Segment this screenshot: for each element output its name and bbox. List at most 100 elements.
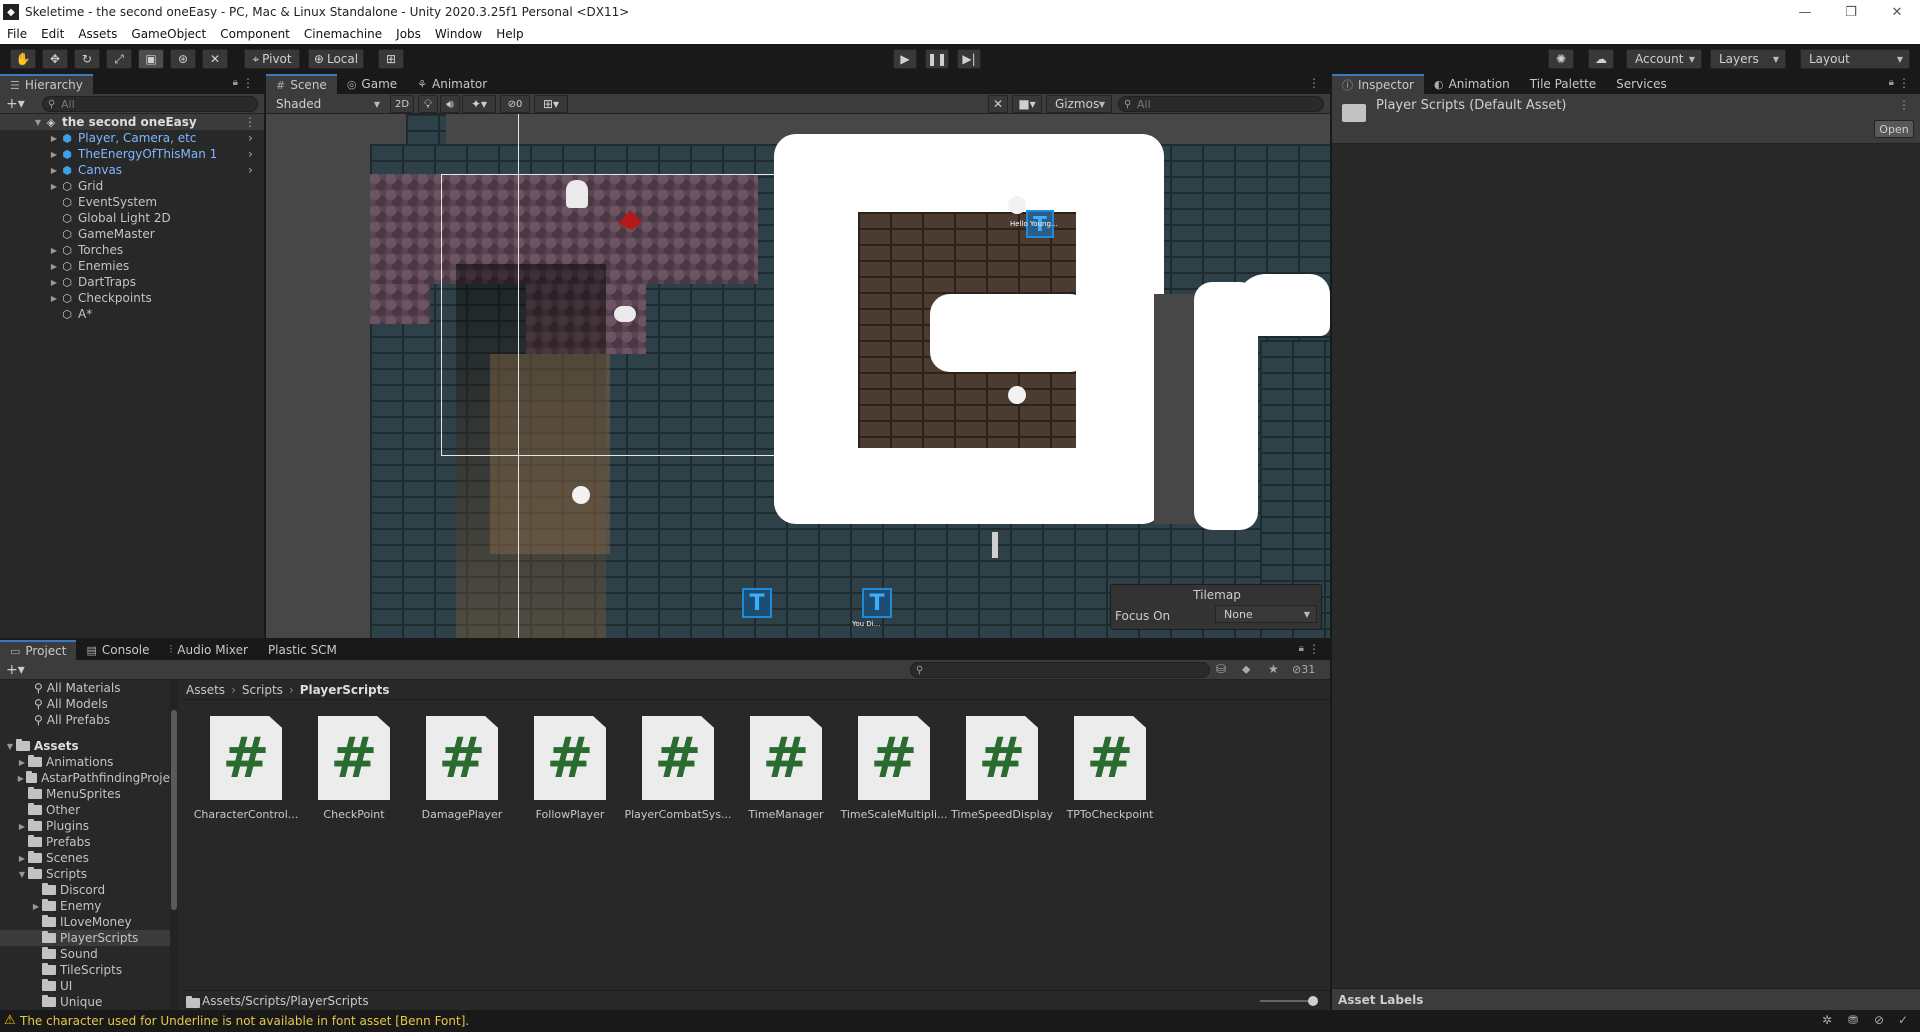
tab-project[interactable]: ▭ Project bbox=[0, 640, 77, 660]
breadcrumb-scripts[interactable]: Scripts bbox=[242, 683, 283, 697]
menu-cinemachine[interactable]: Cinemachine bbox=[304, 27, 382, 41]
tab-animator[interactable]: ⚘ Animator bbox=[407, 74, 498, 94]
folder-item[interactable]: ▶ Plugins bbox=[0, 818, 170, 834]
expand-arrow-icon[interactable]: ▶ bbox=[48, 182, 60, 191]
assets-root[interactable]: ▼ Assets bbox=[0, 738, 79, 754]
folder-item[interactable]: UI bbox=[0, 978, 170, 994]
menu-file[interactable]: File bbox=[7, 27, 27, 41]
hierarchy-item[interactable]: ▶ ⬡ DartTraps bbox=[0, 274, 136, 290]
scene-root-row[interactable]: ▼ ◈ the second oneEasy ⋮ bbox=[0, 114, 264, 130]
player-sprite[interactable] bbox=[566, 180, 588, 208]
menu-jobs[interactable]: Jobs bbox=[396, 27, 421, 41]
menu-assets[interactable]: Assets bbox=[78, 27, 117, 41]
text-object-icon[interactable]: T bbox=[862, 588, 892, 618]
hierarchy-item[interactable]: ⬡ A* bbox=[0, 306, 92, 322]
expand-arrow-icon[interactable]: ▶ bbox=[48, 166, 60, 175]
scene-menu-icon[interactable]: ⋮ bbox=[244, 115, 256, 129]
asset-card[interactable]: # FollowPlayer bbox=[514, 716, 614, 836]
tab-animation[interactable]: ◐ Animation bbox=[1423, 74, 1520, 94]
scene-view[interactable]: T Hello Young... T T You Di... Tilemap F… bbox=[266, 114, 1330, 638]
local-button[interactable]: ⊕ Local bbox=[308, 49, 364, 69]
folder-item[interactable]: Prefabs bbox=[0, 834, 170, 850]
hierarchy-item[interactable]: ▶ ⬢ TheEnergyOfThisMan 1 › bbox=[0, 146, 253, 162]
folder-item[interactable]: TileScripts bbox=[0, 962, 170, 978]
menu-edit[interactable]: Edit bbox=[41, 27, 64, 41]
open-button[interactable]: Open bbox=[1874, 120, 1914, 138]
step-button[interactable]: ▶| bbox=[957, 49, 981, 69]
tab-hierarchy[interactable]: ☰ Hierarchy bbox=[0, 74, 93, 94]
favorite-item[interactable]: ⚲ All Materials bbox=[0, 680, 121, 696]
2d-toggle[interactable]: 2D bbox=[390, 95, 414, 113]
focus-on-dropdown[interactable]: None bbox=[1215, 605, 1317, 623]
minimize-button[interactable]: — bbox=[1782, 0, 1828, 24]
expand-arrow-icon[interactable]: ▶ bbox=[16, 822, 28, 831]
folder-item[interactable]: MenuSprites bbox=[0, 786, 170, 802]
filter-type-icon[interactable]: ⛁ bbox=[1216, 662, 1226, 676]
asset-card[interactable]: # CharacterControl... bbox=[190, 716, 298, 836]
expand-arrow-icon[interactable]: ▶ bbox=[30, 902, 42, 911]
favorite-item[interactable]: ⚲ All Prefabs bbox=[0, 712, 110, 728]
light-bulb-gizmo[interactable] bbox=[572, 486, 590, 504]
asset-card[interactable]: # TimeManager bbox=[730, 716, 830, 836]
menu-help[interactable]: Help bbox=[496, 27, 523, 41]
project-search-input[interactable] bbox=[910, 662, 1210, 678]
grid-snap-icon[interactable]: ⊞ bbox=[378, 49, 404, 69]
effects-icon[interactable]: ✦▾ bbox=[462, 95, 496, 113]
expand-arrow-icon[interactable]: ▶ bbox=[48, 294, 60, 303]
hidden-objects-toggle[interactable]: ⊘ 0 bbox=[500, 95, 530, 113]
hidden-packages-toggle[interactable]: ⊘31 bbox=[1292, 663, 1315, 676]
chevron-right-icon[interactable]: › bbox=[248, 163, 253, 177]
account-dropdown[interactable]: Account bbox=[1626, 49, 1702, 69]
folder-item[interactable]: ▶ AstarPathfindingProje bbox=[0, 770, 170, 786]
favorite-item[interactable]: ⚲ All Models bbox=[0, 696, 108, 712]
lighting-icon[interactable]: 💡︎ bbox=[418, 95, 438, 113]
breadcrumb-playerscripts[interactable]: PlayerScripts bbox=[300, 683, 390, 697]
expand-arrow-icon[interactable]: ▶ bbox=[16, 774, 26, 783]
hierarchy-item[interactable]: ▶ ⬡ Checkpoints bbox=[0, 290, 152, 306]
more-menu-icon[interactable]: ⋮ bbox=[1898, 76, 1910, 90]
collab-icon[interactable]: ✺ bbox=[1548, 49, 1574, 69]
folder-tree-scrollbar[interactable] bbox=[170, 680, 178, 1010]
cloud-icon[interactable]: ☁ bbox=[1588, 49, 1614, 69]
status-message[interactable]: The character used for Underline is not … bbox=[20, 1014, 469, 1028]
pause-button[interactable]: ❚❚ bbox=[925, 49, 949, 69]
folder-item[interactable]: Unique bbox=[0, 994, 170, 1010]
shading-mode-dropdown[interactable]: Shaded bbox=[268, 95, 386, 113]
hierarchy-item[interactable]: ⬡ EventSystem bbox=[0, 194, 157, 210]
hierarchy-item[interactable]: ▶ ⬢ Player, Camera, etc › bbox=[0, 130, 253, 146]
scrollbar-thumb[interactable] bbox=[171, 710, 177, 910]
chevron-right-icon[interactable]: › bbox=[248, 131, 253, 145]
scene-more-icon[interactable]: ⋮ bbox=[1308, 76, 1320, 90]
folder-item[interactable]: ▶ Scenes bbox=[0, 850, 170, 866]
header-menu-icon[interactable]: ⋮ bbox=[1898, 98, 1910, 112]
hand-tool-icon[interactable]: ✋ bbox=[10, 49, 36, 69]
grid-toggle-icon[interactable]: ⊞▾ bbox=[534, 95, 568, 113]
close-button[interactable]: ✕ bbox=[1874, 0, 1920, 24]
progress-icon[interactable]: ⊘ bbox=[1874, 1013, 1884, 1027]
expand-arrow-icon[interactable]: ▶ bbox=[48, 262, 60, 271]
lock-icon[interactable]: 🔒︎ bbox=[1889, 77, 1894, 88]
camera-icon[interactable]: ■▾ bbox=[1012, 95, 1042, 113]
hierarchy-item[interactable]: ▶ ⬡ Grid bbox=[0, 178, 103, 194]
scale-tool-icon[interactable]: ⤢ bbox=[106, 49, 132, 69]
menu-component[interactable]: Component bbox=[220, 27, 290, 41]
layers-dropdown[interactable]: Layers bbox=[1710, 49, 1786, 69]
expand-arrow-icon[interactable]: ▼ bbox=[4, 742, 16, 751]
maximize-button[interactable]: ❐ bbox=[1828, 0, 1874, 24]
hierarchy-item[interactable]: ▶ ⬡ Enemies bbox=[0, 258, 129, 274]
hierarchy-item[interactable]: ▶ ⬡ Torches bbox=[0, 242, 123, 258]
folder-item[interactable]: Discord bbox=[0, 882, 170, 898]
create-icon[interactable]: +▾ bbox=[6, 662, 25, 678]
lock-icon[interactable]: 🔒︎ bbox=[1299, 643, 1304, 654]
folder-item[interactable]: ▶ Enemy bbox=[0, 898, 170, 914]
folder-item[interactable]: Other bbox=[0, 802, 170, 818]
chevron-right-icon[interactable]: › bbox=[248, 147, 253, 161]
more-menu-icon[interactable]: ⋮ bbox=[1308, 642, 1320, 656]
add-icon[interactable]: +▾ bbox=[6, 96, 25, 112]
tab-tile-palette[interactable]: Tile Palette bbox=[1519, 74, 1607, 94]
asset-card[interactable]: # DamagePlayer bbox=[406, 716, 506, 836]
tab-inspector[interactable]: ⓘ Inspector bbox=[1332, 74, 1424, 94]
expand-arrow-icon[interactable]: ▼ bbox=[32, 118, 44, 127]
rect-tool-icon[interactable]: ▣ bbox=[138, 49, 164, 69]
cache-icon[interactable]: ⛃ bbox=[1848, 1013, 1858, 1027]
